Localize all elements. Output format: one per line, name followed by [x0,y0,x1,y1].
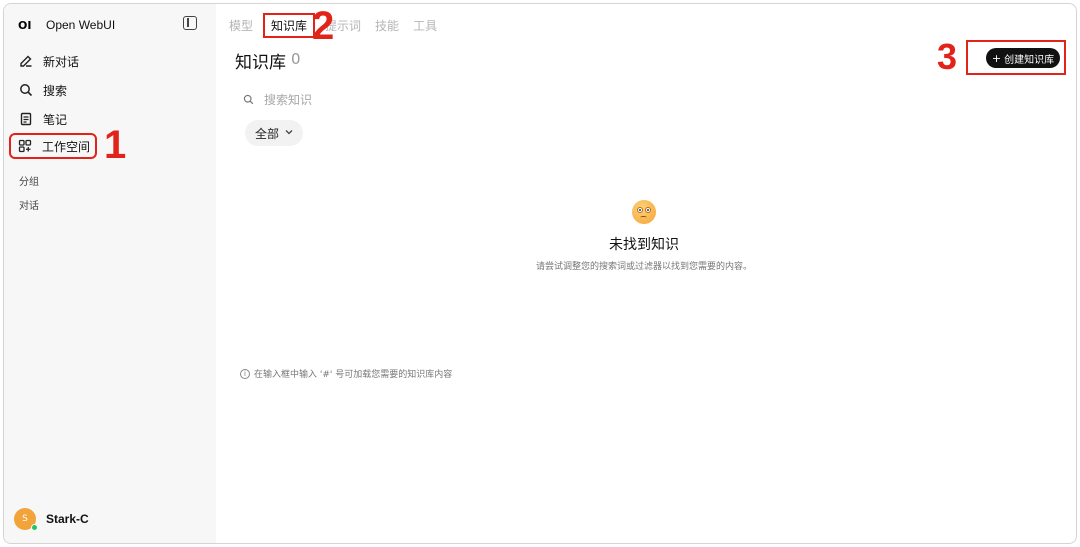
search-bar [243,90,564,109]
hint-text: 在输入框中输入 '#' 号可加载您需要的知识库内容 [254,370,453,380]
tab-models[interactable]: 模型 [229,17,253,34]
page-title: 知识库 [235,53,286,73]
sidebar-section-groups[interactable]: 分组 [19,173,39,188]
avatar-initial: S [22,514,28,524]
sidebar-section-chats[interactable]: 对话 [19,197,39,212]
search-icon [243,90,254,109]
annotation-number-1: 1 [104,123,127,167]
app-name: Open WebUI [46,18,116,32]
edit-icon [19,54,33,68]
user-menu[interactable]: S Stark-C [14,508,89,531]
notes-icon [19,112,33,126]
tab-knowledge[interactable]: 知识库 [263,12,316,38]
info-icon: i [240,368,250,379]
sidebar-item-workspace[interactable]: 工作空间 [9,133,97,159]
brand[interactable]: OI Open WebUI [18,14,115,36]
plus-icon: + [991,51,1002,65]
sidebar-item-label: 搜索 [43,83,68,98]
filter-label: 全部 [255,126,280,141]
sidebar-item-label: 笔记 [43,112,68,127]
tab-tools[interactable]: 工具 [413,17,437,34]
tab-skills[interactable]: 技能 [375,17,399,34]
filter-dropdown[interactable]: 全部 [245,120,304,146]
sidebar-item-label: 新对话 [43,54,80,69]
create-knowledge-button[interactable]: + 创建知识库 [986,48,1060,68]
app-window: OI Open WebUI 新对话 搜索 笔记 工作空间 分组 对话 S Sta… [3,3,1077,544]
confused-face-icon [632,200,656,224]
knowledge-hint: i 在输入框中输入 '#' 号可加载您需要的知识库内容 [240,367,452,380]
search-input[interactable] [264,92,564,107]
main-content: 模型 知识库 提示词 技能 工具 知识库 0 + 创建知识库 全部 [216,4,1076,543]
empty-state: 未找到知识 请尝试调整您的搜索词或过滤器以找到您需要的内容。 [529,200,759,272]
create-knowledge-label: 创建知识库 [1004,54,1055,66]
annotation-number-2: 2 [312,4,335,48]
online-status-dot [31,524,38,531]
create-highlight-box: + 创建知识库 [966,40,1066,75]
workspace-tabs: 模型 知识库 提示词 技能 工具 [229,12,451,38]
sidebar-toggle-icon[interactable] [183,16,197,30]
chevron-down-icon [285,128,293,138]
sidebar-item-search[interactable]: 搜索 [12,77,208,103]
search-icon [19,83,33,97]
annotation-number-3: 3 [937,36,958,77]
sidebar-item-new-chat[interactable]: 新对话 [12,48,208,74]
empty-state-title: 未找到知识 [609,237,679,253]
avatar: S [14,508,38,531]
app-logo: OI [18,18,32,32]
knowledge-count: 0 [291,50,301,68]
user-name: Stark-C [46,512,89,526]
workspace-icon [18,139,32,153]
sidebar: OI Open WebUI 新对话 搜索 笔记 工作空间 分组 对话 S Sta… [4,4,216,543]
sidebar-item-label: 工作空间 [42,139,91,154]
empty-state-description: 请尝试调整您的搜索词或过滤器以找到您需要的内容。 [535,262,752,272]
